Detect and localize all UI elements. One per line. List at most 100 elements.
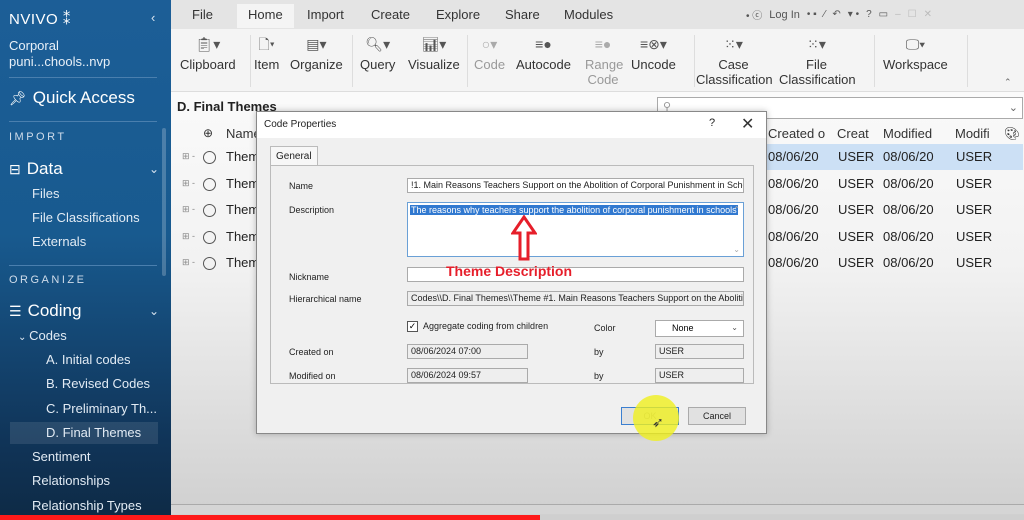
description-field[interactable]: The reasons why teachers support the abo… [407,202,744,257]
sidebar-item-codes[interactable]: ⌄ Codes [18,328,67,343]
dialog-title: Code Properties [264,119,337,130]
divider [967,35,968,87]
tab-explore[interactable]: Explore [436,7,480,22]
expand-icon[interactable]: ⊞ - [182,151,195,162]
file-classification-icon: ⁙▾ [807,36,826,52]
sidebar-item-final-themes[interactable]: D. Final Themes [46,425,141,440]
group-data[interactable]: ⊟ Data ⌄ [9,159,159,179]
collapse-sidebar-icon[interactable]: ‹ [151,10,155,25]
minimize-icon[interactable]: – [895,9,901,20]
sidebar-scrollbar[interactable] [162,128,166,276]
chevron-down-icon[interactable]: ⌄ [1009,101,1018,114]
divider [694,35,695,87]
tab-create[interactable]: Create [371,7,410,22]
organize-icon: ▤▾ [306,36,327,52]
undo-icon[interactable]: ↶ [832,9,840,20]
cancel-button[interactable]: Cancel [688,407,746,425]
nvivo-logo: NVIVO ⁑ [9,11,71,28]
expand-icon[interactable]: ⊞ - [182,257,195,268]
clipboard-icon: 📋︎▾ [195,36,221,52]
aggregate-checkbox[interactable]: ✓ [407,321,418,332]
range-code-icon: ≡● [594,36,612,52]
color-select[interactable]: None ⌄ [655,320,744,337]
sidebar-item-preliminary-themes[interactable]: C. Preliminary Th... [46,401,157,416]
divider [9,77,157,78]
item-button[interactable]: 🗋▾ Item [254,33,279,72]
maximize-icon[interactable]: ☐ [908,9,917,20]
autocode-button[interactable]: ≡● Autocode [516,33,571,72]
column-modified-by[interactable]: Modifi [955,126,990,141]
cell-modified-by: USER [956,175,993,191]
clipboard-button[interactable]: 📋︎▾ Clipboard [180,33,236,72]
modified-on-label: Modified on [289,371,336,381]
sidebar-item-sentiment[interactable]: Sentiment [32,449,91,464]
scroll-down-icon[interactable]: ⌄ [733,245,740,254]
edit-icon[interactable]: ⁄ [824,9,826,20]
file-classification-button[interactable]: ⁙▾ File Classification [779,33,856,87]
tab-general[interactable]: General [270,146,318,166]
help-icon[interactable]: ? [709,117,715,129]
scroll-up-icon[interactable]: ⌃ [733,205,740,214]
add-column-icon[interactable]: ⊕ [203,126,213,140]
feedback-icon[interactable]: ▭ [879,9,888,20]
cell-created-by: USER [838,228,875,244]
tab-home[interactable]: Home [237,4,294,28]
column-created-by[interactable]: Creat [837,126,869,141]
sidebar-item-initial-codes[interactable]: A. Initial codes [46,352,131,367]
column-modified-on[interactable]: Modified [883,126,932,141]
column-created-on[interactable]: Created o [768,126,825,141]
cell-name: Them [226,202,260,217]
cell-created-by: USER [838,175,875,191]
close-icon[interactable]: ✕ [924,9,932,20]
cell-modified-by: USER [956,149,993,164]
created-by-label: by [594,347,604,357]
expand-icon[interactable]: ⊞ - [182,231,195,242]
workspace-button[interactable]: 🖵▾ Workspace [883,33,948,72]
divider [9,121,157,122]
tab-file[interactable]: File [192,7,213,22]
code-button[interactable]: ○▾ Code [474,33,505,72]
tab-import[interactable]: Import [307,7,344,22]
coding-icon: ☰ [9,302,22,319]
chevron-down-icon[interactable]: ⌄ [149,162,159,176]
sidebar-item-externals[interactable]: Externals [32,234,86,249]
cell-modified-on: 08/06/20 [883,202,934,217]
cell-name: Them [226,228,260,244]
sidebar-item-relationship-types[interactable]: Relationship Types [32,498,142,513]
tab-share[interactable]: Share [505,7,540,22]
arrow-shape [511,215,537,261]
help-icon[interactable]: ? [866,9,872,20]
cell-modified-on: 08/06/20 [883,175,934,191]
sidebar-item-files[interactable]: Files [32,186,59,201]
code-circle-icon [203,230,216,244]
sidebar-item-revised-codes[interactable]: B. Revised Codes [46,376,150,391]
case-classification-button[interactable]: ⁙▾ Case Classification [696,33,773,87]
sidebar-item-file-classifications[interactable]: File Classifications [32,210,140,225]
sidebar-item-relationships[interactable]: Relationships [32,473,110,488]
tab-modules[interactable]: Modules [564,7,613,22]
cell-modified-by: USER [956,255,993,270]
save-icon[interactable]: • ▪ [807,9,817,20]
login-link[interactable]: Log In [769,9,800,21]
range-code-button[interactable]: ≡● Range Code [585,33,623,87]
palette-icon[interactable]: 🎨︎ [1004,126,1021,142]
horizontal-scrollbar[interactable] [171,504,1024,514]
name-field[interactable]: !1. Main Reasons Teachers Support on the… [407,178,744,193]
query-button[interactable]: 🔍︎▾ Query [360,33,395,72]
organize-button[interactable]: ▤▾ Organize [290,33,343,72]
chevron-down-icon[interactable]: ⌄ [149,304,159,318]
expand-icon[interactable]: ⊞ - [182,204,195,215]
visualize-button[interactable]: 📊︎▾ Visualize [408,33,460,72]
code-circle-icon [203,204,216,217]
close-icon[interactable]: ✕ [741,114,754,134]
workspace-icon: 🖵▾ [905,36,926,52]
collapse-ribbon-icon[interactable]: ⌃ [1004,77,1012,88]
quick-access[interactable]: 📌︎ Quick Access [9,88,135,108]
expand-icon[interactable]: ⊞ - [182,178,195,189]
group-coding[interactable]: ☰ Coding ⌄ [9,301,159,321]
video-progress-bar[interactable] [0,515,540,520]
customize-icon[interactable]: ▾ • [848,9,859,20]
created-on-field: 08/06/2024 07:00 [407,344,528,359]
uncode-button[interactable]: ≡⊗▾ Uncode [631,33,676,72]
video-progress-remaining[interactable] [540,515,1024,520]
